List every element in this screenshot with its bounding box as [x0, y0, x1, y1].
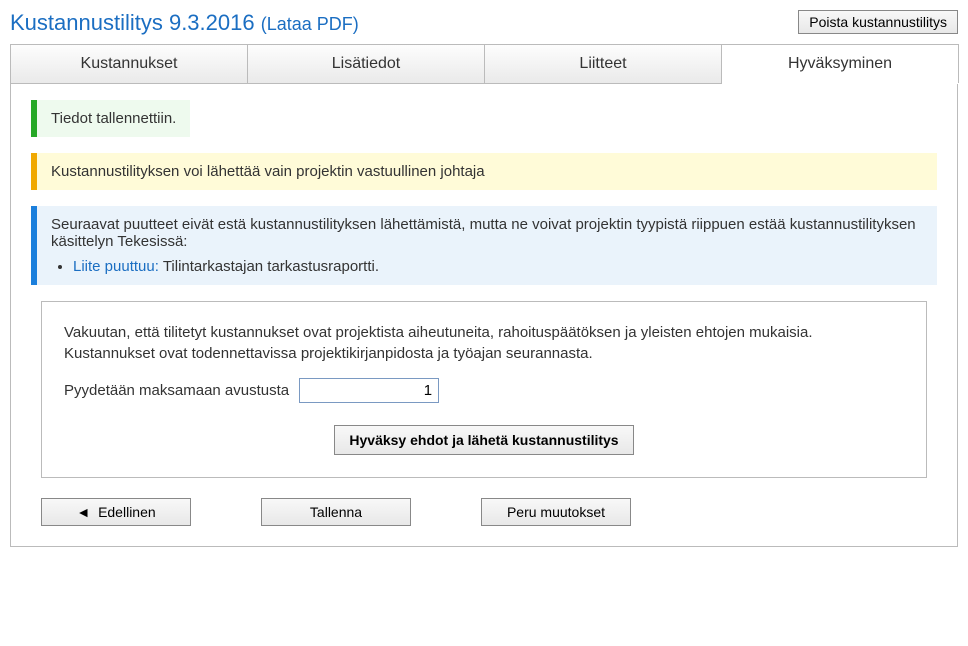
title-text: Kustannustilitys 9.3.2016	[10, 10, 255, 35]
alert-info-body: Seuraavat puutteet eivät estä kustannust…	[37, 206, 937, 285]
alert-only-leader-text: Kustannustilityksen voi lähettää vain pr…	[37, 153, 937, 190]
missing-item-text: Tilintarkastajan tarkastusraportti.	[163, 258, 379, 275]
alert-saved: Tiedot tallennettiin.	[31, 100, 190, 137]
confirm-box: Vakuutan, että tilitetyt kustannukset ov…	[41, 301, 927, 478]
approve-and-send-button[interactable]: Hyväksy ehdot ja lähetä kustannustilitys	[334, 425, 633, 455]
confirm-statement: Vakuutan, että tilitetyt kustannukset ov…	[64, 322, 904, 364]
alert-only-leader: Kustannustilityksen voi lähettää vain pr…	[31, 153, 937, 190]
tab-attachments[interactable]: Liitteet	[484, 44, 722, 83]
tab-approval[interactable]: Hyväksyminen	[721, 44, 959, 83]
tab-details[interactable]: Lisätiedot	[247, 44, 485, 83]
page-title: Kustannustilitys 9.3.2016 (Lataa PDF)	[10, 10, 359, 36]
tab-bar: Kustannukset Lisätiedot Liitteet Hyväksy…	[10, 44, 958, 84]
alert-missing-items: Seuraavat puutteet eivät estä kustannust…	[31, 206, 937, 285]
alert-missing-intro: Seuraavat puutteet eivät estä kustannust…	[51, 216, 923, 250]
chevron-left-icon: ◄	[76, 504, 90, 520]
download-pdf-link[interactable]: (Lataa PDF)	[261, 14, 359, 34]
tab-costs[interactable]: Kustannukset	[10, 44, 248, 83]
tab-content: Tiedot tallennettiin. Kustannustilitykse…	[10, 84, 958, 547]
save-button[interactable]: Tallenna	[261, 498, 411, 526]
delete-cost-report-button[interactable]: Poista kustannustilitys	[798, 10, 958, 34]
missing-item: Liite puuttuu: Tilintarkastajan tarkastu…	[73, 258, 923, 275]
pay-amount-label: Pyydetään maksamaan avustusta	[64, 382, 289, 399]
previous-button-label: Edellinen	[98, 504, 156, 520]
pay-amount-input[interactable]	[299, 378, 439, 403]
previous-button[interactable]: ◄ Edellinen	[41, 498, 191, 526]
missing-item-label: Liite puuttuu:	[73, 258, 159, 275]
cancel-changes-button[interactable]: Peru muutokset	[481, 498, 631, 526]
footer-buttons: ◄ Edellinen Tallenna Peru muutokset	[41, 498, 937, 526]
alert-saved-text: Tiedot tallennettiin.	[37, 100, 190, 137]
